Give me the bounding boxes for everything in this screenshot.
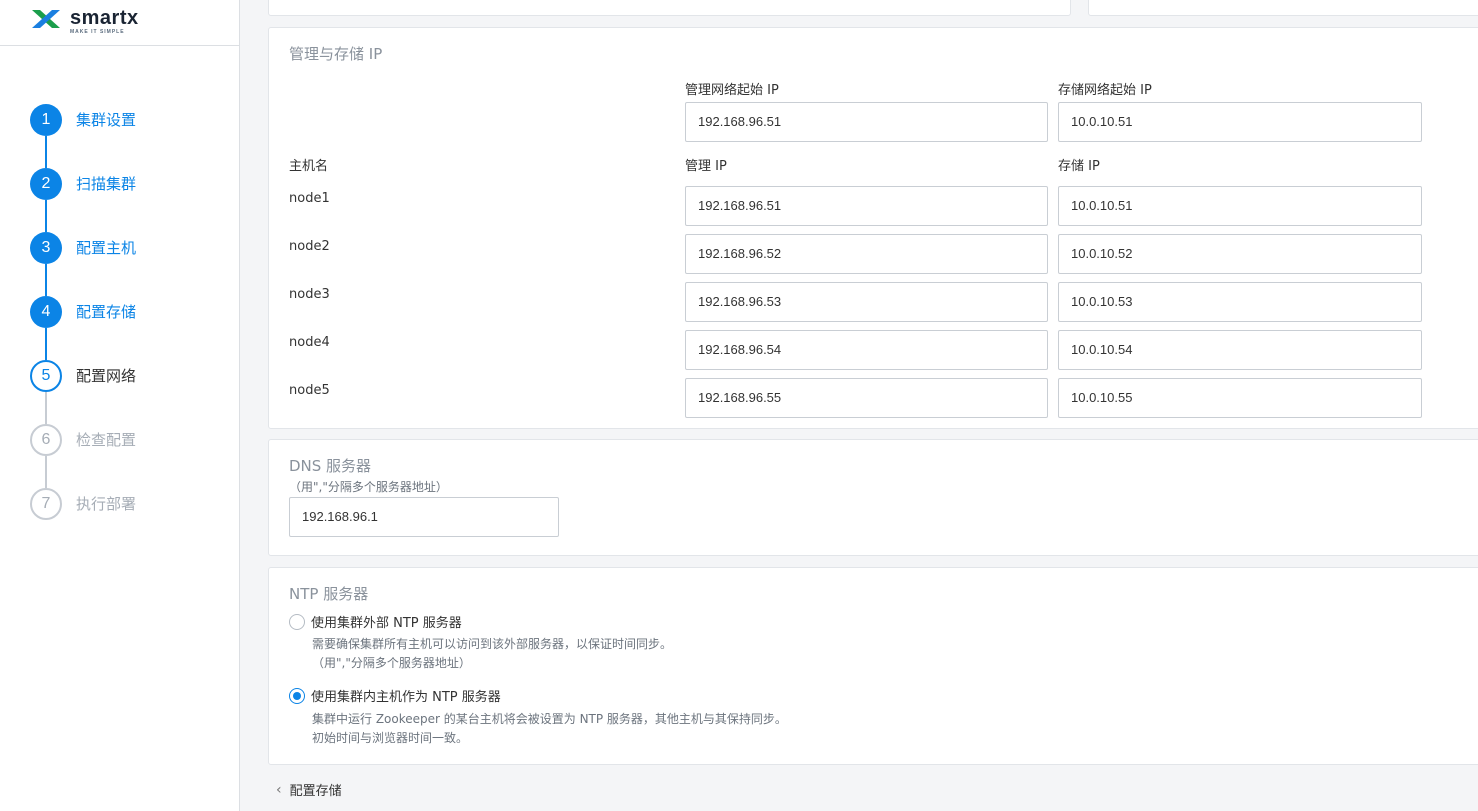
external-ntp-label: 使用集群外部 NTP 服务器 (311, 616, 462, 631)
step-number: 7 (30, 488, 62, 520)
step-label: 配置主机 (76, 239, 137, 257)
chevron-left-icon: ‹ (276, 781, 282, 798)
step-configure-storage[interactable]: 4 配置存储 (30, 296, 136, 360)
radio-external-ntp[interactable] (289, 613, 305, 630)
step-label: 检查配置 (76, 431, 137, 449)
step-configure-hosts[interactable]: 3 配置主机 (30, 232, 136, 296)
step-number: 3 (30, 232, 62, 264)
step-connector (45, 456, 47, 488)
brand-tagline: MAKE IT SIMPLE (70, 29, 125, 35)
mgmt-ip-input-node5[interactable]: 192.168.96.55 (685, 378, 1048, 418)
ntp-external-option[interactable]: 使用集群外部 NTP 服务器 (289, 612, 462, 631)
step-connector (45, 264, 47, 296)
step-connector (45, 328, 47, 360)
mgmt-ip-input-node1[interactable]: 192.168.96.51 (685, 186, 1048, 226)
step-check-config: 6 检查配置 (30, 424, 136, 488)
storage-ip-header: 存储 IP (1058, 159, 1100, 174)
mgmt-storage-ip-card: 管理与存储 IP 管理网络起始 IP 存储网络起始 IP 192.168.96.… (268, 27, 1478, 429)
back-label: 配置存储 (289, 784, 342, 799)
mgmt-start-ip-input[interactable]: 192.168.96.51 (685, 102, 1048, 142)
mgmt-ip-input-node3[interactable]: 192.168.96.53 (685, 282, 1048, 322)
storage-start-ip-label: 存储网络起始 IP (1058, 83, 1152, 98)
step-number: 2 (30, 168, 62, 200)
storage-ip-input-node1[interactable]: 10.0.10.51 (1058, 186, 1422, 226)
hostname-node2: node2 (289, 239, 330, 254)
internal-ntp-desc: 集群中运行 Zookeeper 的某台主机将会被设置为 NTP 服务器，其他主机… (312, 712, 787, 726)
storage-ip-input-node3[interactable]: 10.0.10.53 (1058, 282, 1422, 322)
step-cluster-settings[interactable]: 1 集群设置 (30, 104, 136, 168)
sidebar: smartx MAKE IT SIMPLE 1 集群设置 2 扫描集群 3 配置… (0, 0, 240, 811)
ntp-title: NTP 服务器 (289, 585, 369, 603)
radio-internal-ntp[interactable] (289, 687, 305, 704)
dns-server-input[interactable]: 192.168.96.1 (289, 497, 559, 537)
ntp-card: NTP 服务器 使用集群外部 NTP 服务器 需要确保集群所有主机可以访问到该外… (268, 567, 1478, 765)
step-label: 集群设置 (76, 111, 137, 129)
brand-name: smartx (70, 7, 139, 29)
storage-ip-input-node2[interactable]: 10.0.10.52 (1058, 234, 1422, 274)
step-scan-cluster[interactable]: 2 扫描集群 (30, 168, 136, 232)
step-number: 5 (30, 360, 62, 392)
step-label: 配置网络 (76, 367, 137, 385)
step-connector (45, 136, 47, 168)
dns-hint: （用","分隔多个服务器地址） (289, 480, 448, 494)
back-to-storage-link[interactable]: ‹ 配置存储 (276, 780, 342, 800)
logo: smartx MAKE IT SIMPLE (0, 0, 239, 46)
storage-start-ip-input[interactable]: 10.0.10.51 (1058, 102, 1422, 142)
hostname-node3: node3 (289, 287, 330, 302)
step-deploy: 7 执行部署 (30, 488, 136, 552)
smartx-logo-icon (32, 10, 60, 28)
mgmt-ip-input-node4[interactable]: 192.168.96.54 (685, 330, 1048, 370)
step-label: 配置存储 (76, 303, 137, 321)
internal-ntp-desc-2: 初始时间与浏览器时间一致。 (312, 731, 469, 745)
wizard-steps: 1 集群设置 2 扫描集群 3 配置主机 4 配置存储 5 配置网络 6 检查配… (30, 104, 136, 552)
step-label: 执行部署 (76, 495, 137, 513)
step-label: 扫描集群 (76, 175, 137, 193)
hostname-header: 主机名 (289, 159, 329, 174)
previous-card-left (268, 0, 1071, 16)
mgmt-ip-header: 管理 IP (685, 159, 727, 174)
external-ntp-hint: （用","分隔多个服务器地址） (312, 656, 471, 670)
dns-title: DNS 服务器 (289, 457, 372, 475)
step-number: 4 (30, 296, 62, 328)
mgmt-storage-title: 管理与存储 IP (289, 45, 383, 63)
hostname-node5: node5 (289, 383, 330, 398)
internal-ntp-label: 使用集群内主机作为 NTP 服务器 (311, 690, 501, 705)
step-configure-network: 5 配置网络 (30, 360, 136, 424)
hostname-node1: node1 (289, 191, 330, 206)
dns-card: DNS 服务器 （用","分隔多个服务器地址） 192.168.96.1 (268, 439, 1478, 556)
previous-card-right (1088, 0, 1478, 16)
step-connector (45, 392, 47, 424)
hostname-node4: node4 (289, 335, 330, 350)
storage-ip-input-node5[interactable]: 10.0.10.55 (1058, 378, 1422, 418)
step-number: 1 (30, 104, 62, 136)
ntp-internal-option[interactable]: 使用集群内主机作为 NTP 服务器 (289, 686, 501, 705)
storage-ip-input-node4[interactable]: 10.0.10.54 (1058, 330, 1422, 370)
mgmt-ip-input-node2[interactable]: 192.168.96.52 (685, 234, 1048, 274)
mgmt-start-ip-label: 管理网络起始 IP (685, 83, 779, 98)
external-ntp-desc: 需要确保集群所有主机可以访问到该外部服务器，以保证时间同步。 (312, 637, 673, 651)
step-number: 6 (30, 424, 62, 456)
step-connector (45, 200, 47, 232)
